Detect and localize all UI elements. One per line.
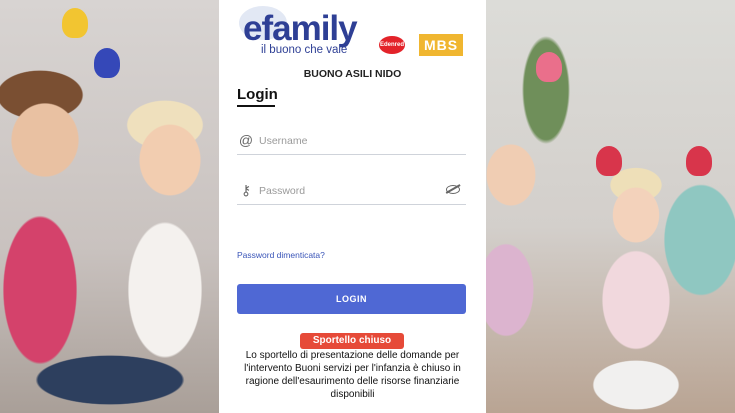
password-input[interactable] [259,182,439,200]
login-heading-underline [237,105,275,107]
painted-hand-red-1 [596,146,622,176]
efamily-logo: efamily [243,9,358,48]
login-button[interactable]: LOGIN [237,284,466,314]
eye-slash-icon[interactable] [446,185,460,194]
login-panel: efamily il buono che vale Edenred MBS BU… [219,0,486,413]
forgot-password-link[interactable]: Password dimenticata? [237,250,325,260]
login-heading: Login [237,86,278,103]
username-input[interactable] [259,132,439,150]
closure-notice: Lo sportello di presentazione delle doma… [244,350,461,400]
edenred-logo: Edenred [379,36,405,54]
username-field: @ [237,130,466,155]
painted-hand-pink [536,52,562,82]
painted-hand-blue [94,48,120,78]
page-subtitle: BUONO ASILI NIDO [303,68,402,80]
painted-hand-red-2 [686,146,712,176]
at-icon: @ [238,132,254,148]
key-icon: ⚷ [240,182,252,198]
mbs-logo: MBS [419,34,463,56]
logo-tagline: il buono che vale [261,44,348,56]
painted-hand-yellow [62,8,88,38]
password-field: ⚷ [237,180,466,205]
status-badge: Sportello chiuso [300,333,404,349]
background-photo-right [486,0,735,413]
